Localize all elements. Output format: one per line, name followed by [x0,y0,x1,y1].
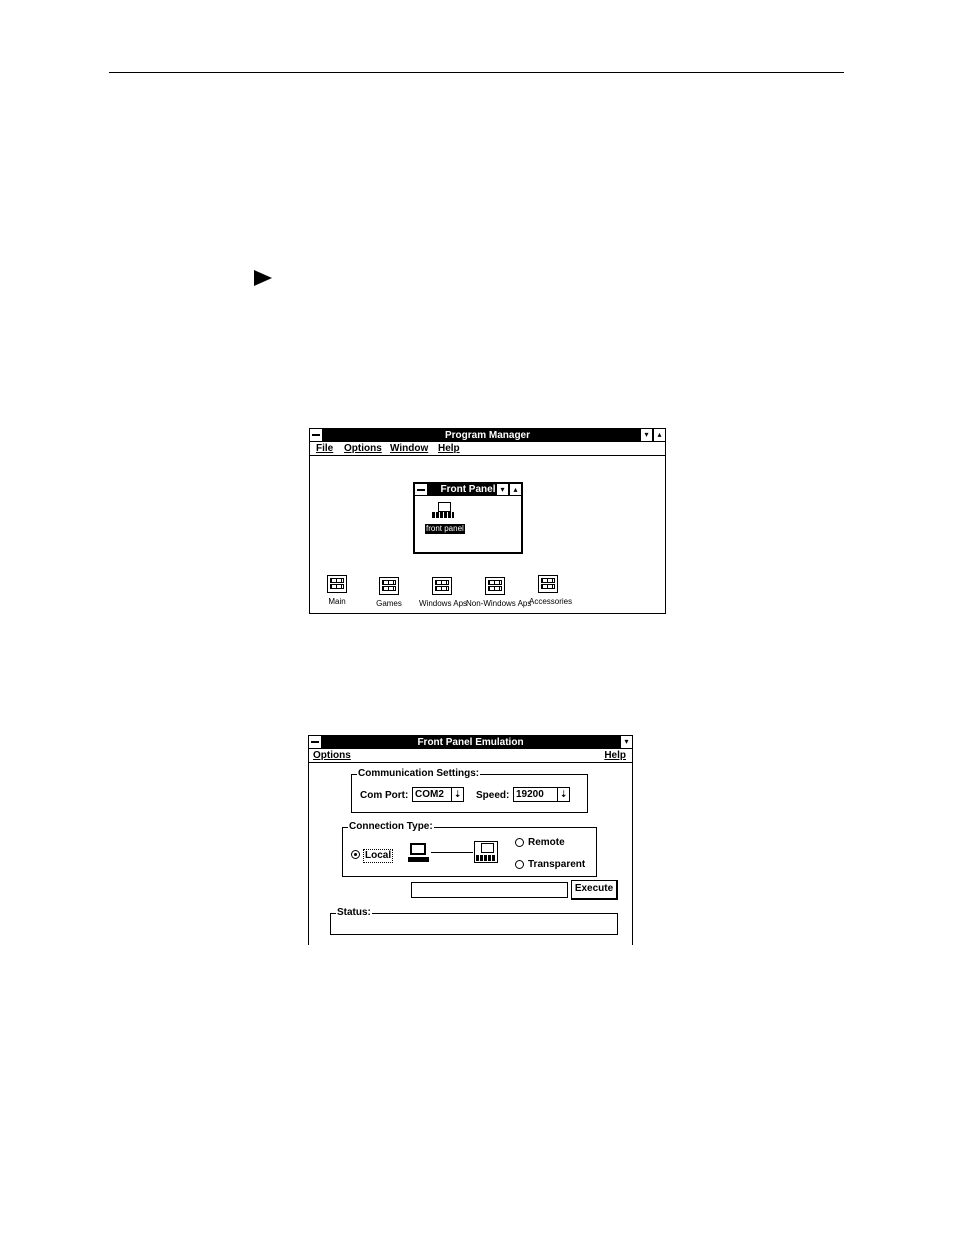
group-label-games: Games [376,599,402,608]
radio-local-label[interactable]: Local [363,849,394,863]
header-rule [109,72,844,73]
menu-bar: File Options Window Help [310,442,665,456]
maximize-button[interactable]: ▴ [653,429,665,441]
menu-options[interactable]: Options [344,442,382,455]
front-panel-program-icon[interactable] [432,502,456,520]
radio-remote[interactable] [515,838,524,847]
menu-help[interactable]: Help [438,442,460,455]
command-input[interactable] [411,882,568,898]
group-system-menu-icon[interactable] [415,484,428,495]
chevron-down-icon[interactable]: ⇣ [451,788,463,801]
front-panel-group-titlebar[interactable]: Front Panel ▾ ▴ [415,484,521,496]
group-minimize-button[interactable]: ▾ [496,484,508,495]
com-port-value: COM2 [415,789,444,800]
menu-file[interactable]: File [316,442,333,455]
menu-window[interactable]: Window [390,442,428,455]
status-group: Status: [330,907,618,935]
status-label: Status: [336,907,372,919]
front-panel-item-label[interactable]: front panel [425,524,465,534]
emulation-title: Front Panel Emulation [417,737,524,748]
system-menu-icon[interactable] [310,429,323,441]
front-panel-group-window[interactable]: Front Panel ▾ ▴ front panel [413,482,523,554]
minimize-button[interactable]: ▾ [640,429,652,441]
connection-type-label: Connection Type: [348,821,434,833]
radio-transparent[interactable] [515,860,524,869]
speed-label: Speed: [476,790,510,801]
emulation-system-menu-icon[interactable] [309,736,322,748]
com-port-label: Com Port: [360,790,409,801]
group-label-main: Main [328,597,346,606]
communication-settings-group: Communication Settings: Com Port: COM2 ⇣… [351,768,588,813]
front-panel-device-icon [474,841,498,863]
chevron-down-icon[interactable]: ⇣ [557,788,569,801]
computer-icon [408,843,430,863]
radio-remote-label[interactable]: Remote [528,837,565,849]
group-title: Front Panel [440,484,496,495]
speed-value: 19200 [516,789,544,800]
emulation-minimize-button[interactable]: ▾ [620,736,632,748]
group-label-non-windows-aps: Non-Windows Aps [466,599,532,608]
communication-settings-label: Communication Settings: [357,768,481,780]
connection-line [431,852,473,853]
group-icon-accessories[interactable] [538,575,558,593]
menu-help[interactable]: Help [604,749,626,762]
menu-options[interactable]: Options [313,749,351,762]
group-icon-windows-aps[interactable] [432,577,452,595]
execute-button[interactable]: Execute [571,880,618,900]
radio-local[interactable] [351,850,360,859]
group-icon-main[interactable] [327,575,347,593]
program-manager-titlebar[interactable]: Program Manager ▾ ▴ [310,429,665,442]
program-manager-window: Program Manager ▾ ▴ File Options Window … [309,428,666,614]
window-title: Program Manager [444,430,531,441]
group-label-windows-aps: Windows Aps [419,599,468,608]
group-icon-non-windows-aps[interactable] [485,577,505,595]
com-port-select[interactable]: COM2 ⇣ [412,787,464,802]
speed-select[interactable]: 19200 ⇣ [513,787,570,802]
connection-type-group: Connection Type: Local Remote Transparen… [342,821,597,877]
group-label-accessories: Accessories [529,597,573,606]
emulation-titlebar[interactable]: Front Panel Emulation ▾ [309,736,632,749]
radio-transparent-label[interactable]: Transparent [528,859,585,871]
group-maximize-button[interactable]: ▴ [509,484,521,495]
emulation-menu-bar: Options Help [309,749,632,763]
procedure-arrow-icon [254,270,272,286]
group-icon-games[interactable] [379,577,399,595]
front-panel-emulation-window: Front Panel Emulation ▾ Options Help Com… [308,735,633,945]
